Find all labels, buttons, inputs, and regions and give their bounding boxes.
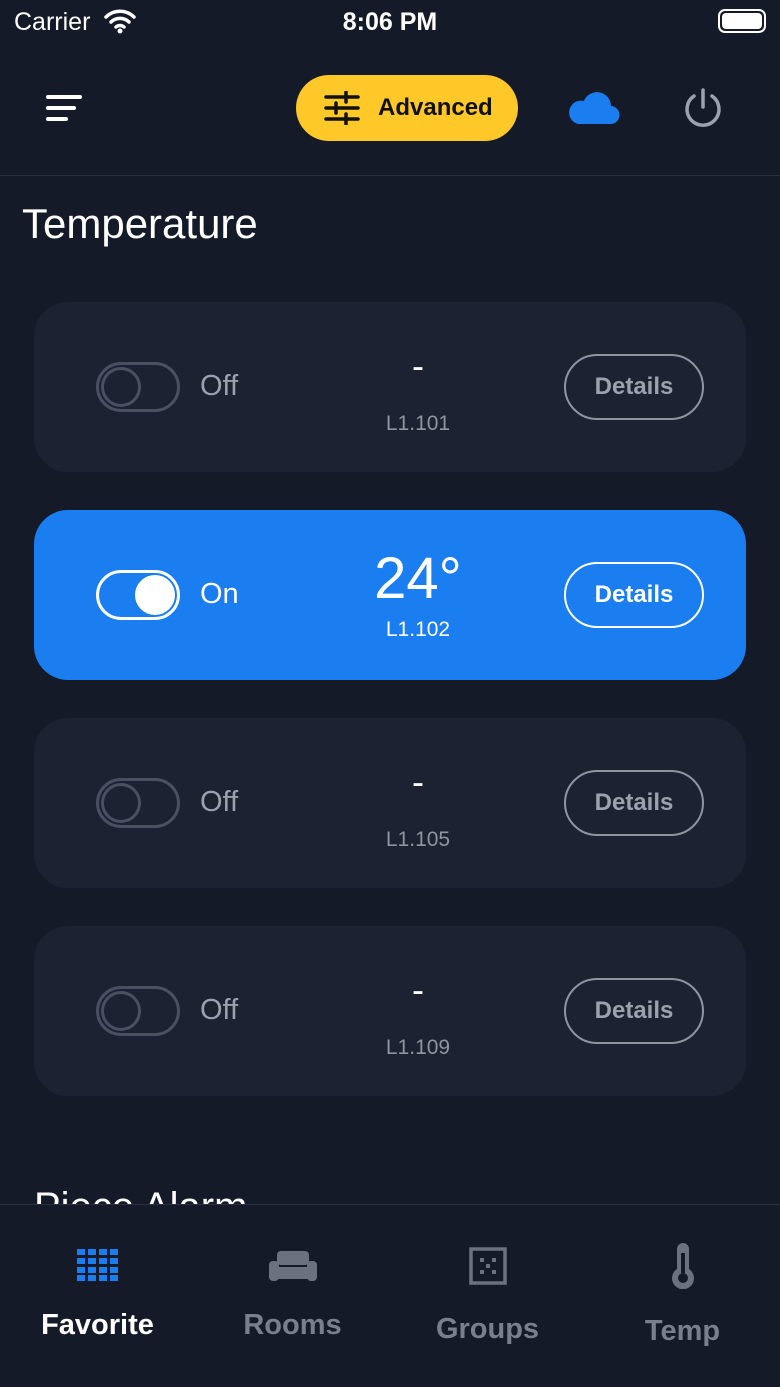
power-toggle[interactable] [96, 570, 180, 620]
tab-label: Rooms [243, 1309, 342, 1341]
thermostat-card: Off - L1.105 Details [34, 718, 746, 888]
details-button[interactable]: Details [564, 770, 704, 836]
tab-rooms[interactable]: Rooms [195, 1205, 390, 1387]
groups-icon [468, 1247, 507, 1285]
menu-icon[interactable] [42, 92, 86, 126]
sliders-icon [324, 91, 360, 125]
device-id: L1.101 [385, 412, 451, 435]
tab-bar: Favorite Rooms Groups Temp [0, 1204, 780, 1387]
next-section-title: Piece Alarm [34, 1186, 247, 1204]
advanced-label: Advanced [378, 94, 493, 121]
device-id: L1.102 [385, 618, 451, 641]
toggle-state-label: Off [200, 994, 239, 1026]
toggle-state-label: On [200, 578, 239, 610]
thermostat-card: Off - L1.109 Details [34, 926, 746, 1096]
sofa-icon [268, 1251, 317, 1281]
power-icon[interactable] [682, 87, 724, 129]
tab-temp[interactable]: Temp [585, 1205, 780, 1387]
temperature-value: - [412, 969, 424, 1010]
top-nav: Advanced [0, 60, 780, 176]
status-time: 8:06 PM [342, 8, 438, 36]
temperature-value: - [412, 345, 424, 386]
power-toggle[interactable] [96, 362, 180, 412]
temperature-value: - [412, 761, 424, 802]
details-button[interactable]: Details [564, 562, 704, 628]
toggle-state-label: Off [200, 370, 239, 402]
status-bar: Carrier 8:06 PM [0, 0, 780, 44]
power-toggle[interactable] [96, 778, 180, 828]
thermometer-icon [671, 1243, 694, 1289]
page-title: Temperature [22, 200, 258, 247]
power-toggle[interactable] [96, 986, 180, 1036]
thermostat-card: Off - L1.101 Details [34, 302, 746, 472]
advanced-button[interactable]: Advanced [296, 75, 518, 141]
temperature-value: 24° [374, 546, 462, 611]
grid-icon [76, 1249, 118, 1281]
tab-groups[interactable]: Groups [390, 1205, 585, 1387]
cloud-icon[interactable] [566, 90, 620, 126]
tab-favorite[interactable]: Favorite [0, 1205, 195, 1387]
details-button[interactable]: Details [564, 354, 704, 420]
tab-label: Temp [644, 1315, 721, 1347]
thermostat-card: On 24° L1.102 Details [34, 510, 746, 680]
tab-label: Favorite [41, 1309, 154, 1341]
details-button[interactable]: Details [564, 978, 704, 1044]
battery-icon [718, 9, 766, 33]
tab-label: Groups [435, 1313, 540, 1345]
toggle-state-label: Off [200, 786, 239, 818]
device-id: L1.105 [385, 828, 451, 851]
device-id: L1.109 [385, 1036, 451, 1059]
